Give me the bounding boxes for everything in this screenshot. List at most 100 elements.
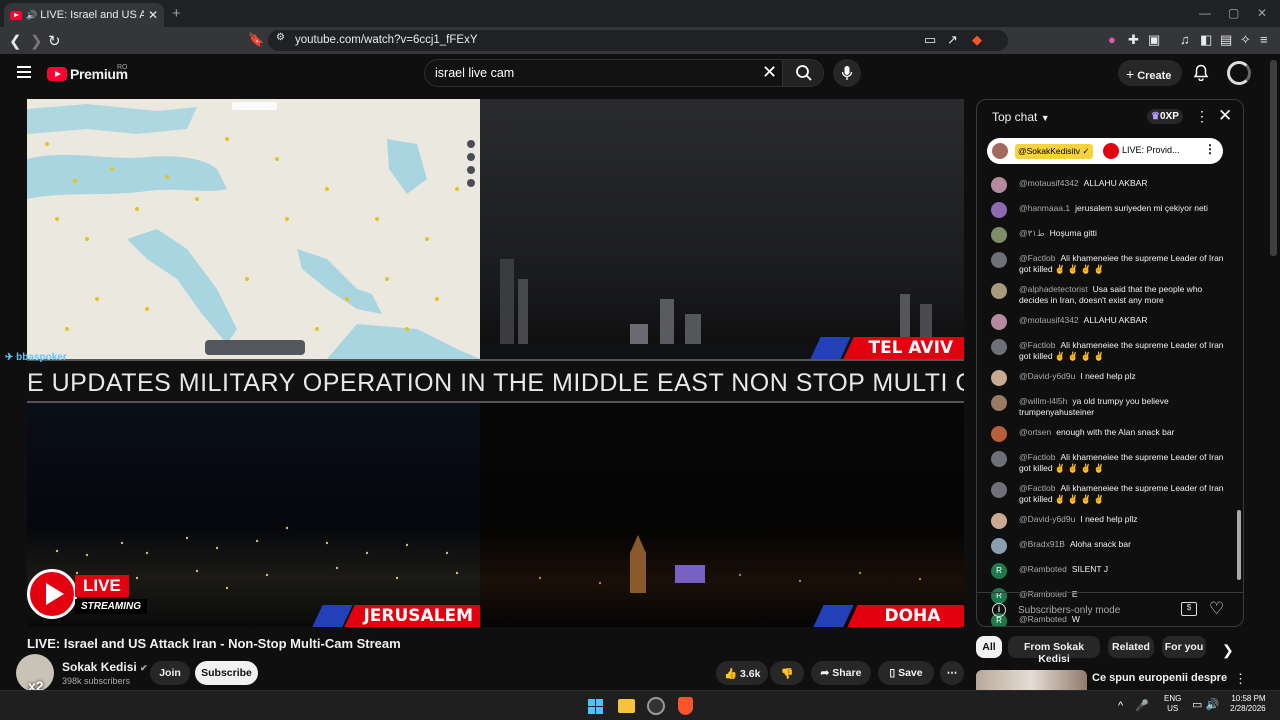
chat-avatar[interactable] [991, 252, 1007, 268]
chat-avatar[interactable] [991, 482, 1007, 498]
clock[interactable]: 10:58 PM 2/28/2026 [1230, 694, 1266, 714]
minimize-button[interactable]: — [1199, 6, 1211, 20]
chat-username[interactable]: @Factlob [1019, 253, 1056, 263]
channel-avatar[interactable]: x2 [16, 654, 54, 692]
chat-avatar[interactable] [991, 538, 1007, 554]
chat-avatar[interactable] [991, 177, 1007, 193]
save-button[interactable]: ▯ Save [878, 661, 934, 685]
chat-message[interactable]: @willm-l4l5h ya old trumpy you believe tr… [991, 395, 1227, 417]
more-actions-button[interactable]: ⋯ [940, 661, 964, 685]
chip-from-channel[interactable]: From Sokak Kedisi [1008, 636, 1100, 665]
forward-icon[interactable]: ❯ [30, 32, 43, 50]
chat-message[interactable]: @Factlob Ali khameneiee the supreme Leade… [991, 451, 1227, 473]
search-button[interactable] [782, 59, 824, 87]
windows-start-icon[interactable] [588, 699, 604, 715]
reload-icon[interactable]: ↻ [48, 32, 61, 50]
chat-username[interactable]: @David-y6d9u [1019, 371, 1075, 381]
close-window-button[interactable]: ✕ [1257, 6, 1267, 20]
extension-icon[interactable]: ● [1108, 32, 1116, 47]
chat-username[interactable]: @Factlob [1019, 452, 1056, 462]
clear-search-icon[interactable]: ✕ [762, 62, 777, 83]
create-button[interactable]: + Create [1118, 60, 1182, 86]
back-icon[interactable]: ❮ [9, 32, 22, 50]
chat-message[interactable]: @David-y6d9u I need help plz [991, 370, 1227, 386]
heart-icon[interactable]: ♡ [1209, 599, 1224, 619]
chat-username[interactable]: @ط٣١ [1019, 228, 1045, 238]
maximize-button[interactable]: ▢ [1228, 6, 1239, 20]
chat-username[interactable]: @motausif4342 [1019, 315, 1079, 325]
related-thumbnail[interactable] [976, 670, 1087, 690]
chat-username[interactable]: @ortsen [1019, 427, 1051, 437]
new-tab-button[interactable]: + [172, 5, 181, 22]
pinned-more-icon[interactable]: ⋮ [1204, 142, 1216, 156]
language-indicator[interactable]: ENG US [1164, 694, 1181, 714]
chat-username[interactable]: @Ramboted [1019, 564, 1067, 574]
close-tab-icon[interactable]: ✕ [148, 8, 158, 22]
info-icon[interactable]: i [992, 603, 1006, 617]
join-button[interactable]: Join [150, 661, 190, 685]
dislike-button[interactable]: 👎 [770, 661, 804, 685]
youtube-logo[interactable]: Premium RO [47, 64, 128, 82]
search-input[interactable]: israel live cam [424, 59, 784, 87]
chat-message[interactable]: R @Ramboted SILENT J [991, 563, 1227, 579]
chat-more-icon[interactable]: ⋮ [1195, 108, 1209, 125]
chat-message[interactable]: @Factlob Ali khameneiee the supreme Leade… [991, 482, 1227, 504]
video-player[interactable]: TEL AVIV E UPDATES MILITARY OPERATION IN… [27, 99, 964, 627]
chat-username[interactable]: @Factlob [1019, 340, 1056, 350]
chat-username[interactable]: @motausif4342 [1019, 178, 1079, 188]
puzzle-icon[interactable]: ✚ [1128, 32, 1139, 48]
account-avatar[interactable] [1227, 61, 1251, 85]
share-button[interactable]: ➦ Share [811, 661, 871, 685]
chat-avatar[interactable] [991, 314, 1007, 330]
chat-message[interactable]: @ط٣١ Hoşuma gitti [991, 227, 1227, 243]
page-scrollbar[interactable] [1270, 60, 1277, 256]
chat-message[interactable]: @Factlob Ali khameneiee the supreme Leade… [991, 252, 1227, 274]
chat-mode-selector[interactable]: Top chat ▼ [992, 110, 1050, 124]
chip-related[interactable]: Related [1108, 636, 1154, 658]
url-field[interactable]: youtube.com/watch?v=6ccj1_fFExY [268, 30, 1008, 51]
brave-shield-icon[interactable]: ◆ [972, 32, 982, 48]
pinned-message[interactable]: @SokakKedisitv ✓ LIVE: Provid... ⋮ [987, 138, 1223, 164]
chat-message[interactable]: @motausif4342 ALLAHU AKBAR [991, 314, 1227, 330]
chat-message[interactable]: @ortsen enough with the Alan snack bar [991, 426, 1227, 442]
chat-avatar[interactable] [991, 227, 1007, 243]
subscribe-button[interactable]: Subscribe [195, 661, 258, 685]
close-chat-icon[interactable]: ✕ [1218, 106, 1232, 126]
site-info-icon[interactable]: ⚙ [276, 32, 285, 43]
share-page-icon[interactable]: ↗ [947, 32, 958, 48]
chat-scrollbar[interactable] [1237, 510, 1241, 580]
chat-message[interactable]: @Factlob Ali khameneiee the supreme Leade… [991, 339, 1227, 361]
chat-username[interactable]: @Bradx91B [1019, 539, 1065, 549]
chip-for-you[interactable]: For you [1162, 636, 1206, 658]
channel-name[interactable]: Sokak Kedisi ✔ [62, 660, 148, 674]
bookmark-icon[interactable]: 🔖 [248, 32, 264, 48]
chat-avatar[interactable] [991, 513, 1007, 529]
chat-username[interactable]: @alphadetectorist [1019, 284, 1088, 294]
leo-icon[interactable]: ✧ [1240, 32, 1251, 48]
chat-username[interactable]: @David-y6d9u [1019, 514, 1075, 524]
guide-menu-icon[interactable] [17, 66, 31, 81]
chat-avatar[interactable] [991, 426, 1007, 442]
chat-avatar[interactable]: R [991, 563, 1007, 579]
wallet-icon[interactable]: ▣ [1148, 32, 1160, 48]
like-button[interactable]: 👍 3.6k [716, 661, 768, 685]
browser-app-icon[interactable] [647, 697, 665, 715]
related-title[interactable]: Ce spun europenii despre [1092, 672, 1227, 684]
chevron-right-icon[interactable]: ❯ [1222, 642, 1234, 659]
voice-search-button[interactable] [833, 59, 861, 87]
wallet2-icon[interactable]: ▤ [1220, 32, 1232, 48]
network-volume-icons[interactable]: ▭ 🔊 [1192, 698, 1219, 711]
browser-tab[interactable]: 🔊 LIVE: Israel and US Attack Iran ✕ [4, 3, 164, 27]
menu-icon[interactable]: ≡ [1260, 32, 1268, 47]
chat-avatar[interactable] [991, 395, 1007, 411]
xp-badge[interactable]: ♛0XP [1147, 109, 1183, 124]
chat-avatar[interactable] [991, 451, 1007, 467]
chat-username[interactable]: @willm-l4l5h [1019, 396, 1067, 406]
chat-message[interactable]: @David-y6d9u I need help pllz [991, 513, 1227, 529]
notifications-bell-icon[interactable] [1193, 64, 1209, 81]
chat-message[interactable]: @motausif4342 ALLAHU AKBAR [991, 177, 1227, 193]
chat-username[interactable]: @hanmaaa.1 [1019, 203, 1070, 213]
chat-avatar[interactable] [991, 370, 1007, 386]
chat-avatar[interactable] [991, 339, 1007, 355]
related-more-icon[interactable]: ⋮ [1234, 671, 1247, 687]
